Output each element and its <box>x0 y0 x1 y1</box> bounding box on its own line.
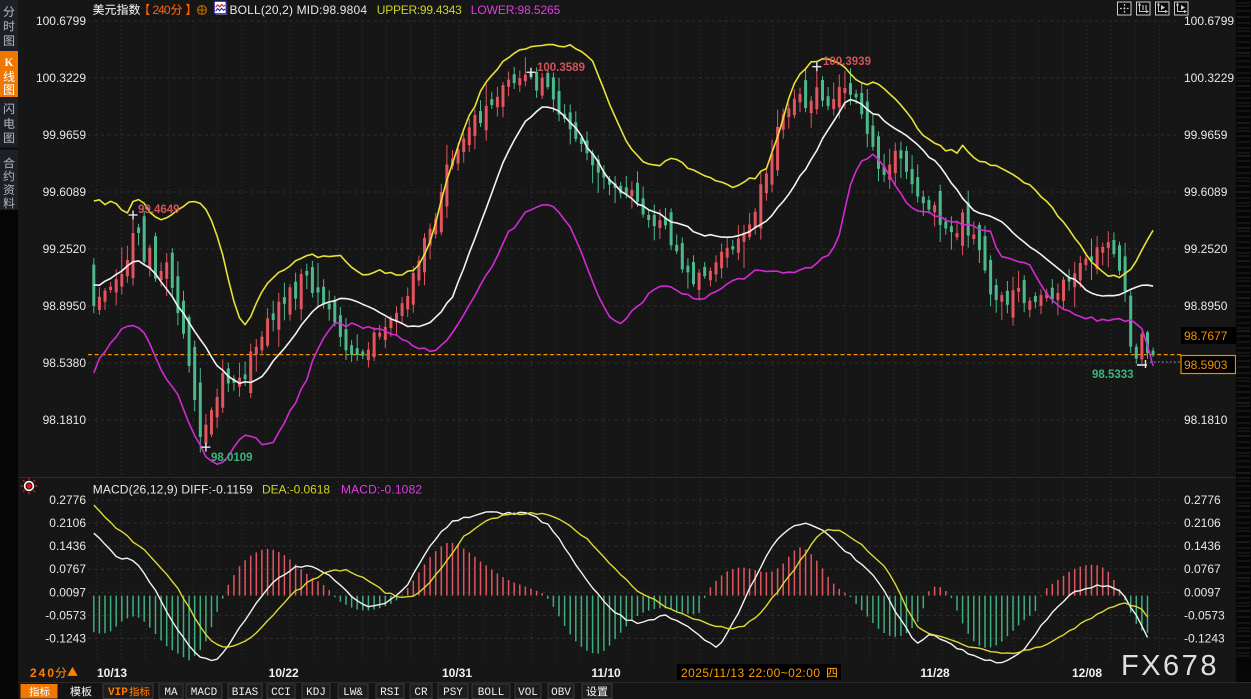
svg-text:100.3229: 100.3229 <box>1184 71 1234 85</box>
svg-text:LW&: LW& <box>343 687 363 699</box>
svg-text:10/13: 10/13 <box>97 666 127 680</box>
svg-text:CCI: CCI <box>271 687 291 699</box>
svg-text:98.5380: 98.5380 <box>43 356 87 370</box>
svg-text:100.6799: 100.6799 <box>1184 14 1234 28</box>
svg-text:BIAS: BIAS <box>232 687 259 699</box>
svg-text:MACD(26,12,9) DIFF:-0.1159: MACD(26,12,9) DIFF:-0.1159 <box>93 483 253 497</box>
svg-text:RSI: RSI <box>380 687 400 699</box>
svg-text:98.0109: 98.0109 <box>211 452 253 464</box>
svg-text:98.5333: 98.5333 <box>1092 369 1134 381</box>
svg-text:BOLL: BOLL <box>478 687 504 699</box>
svg-text:99.2520: 99.2520 <box>1184 242 1228 256</box>
svg-text:0.2106: 0.2106 <box>1184 516 1221 530</box>
svg-text:0.1436: 0.1436 <box>49 539 86 553</box>
svg-text:99.6089: 99.6089 <box>1184 185 1228 199</box>
svg-text:PSY: PSY <box>443 687 463 699</box>
svg-text:0.0097: 0.0097 <box>1184 585 1221 599</box>
svg-text:KDJ: KDJ <box>306 687 326 699</box>
svg-text:-0.1243: -0.1243 <box>1184 632 1225 646</box>
svg-text:0.0767: 0.0767 <box>1184 562 1221 576</box>
svg-text:98.8950: 98.8950 <box>43 299 87 313</box>
svg-text:98.8950: 98.8950 <box>1184 299 1228 313</box>
svg-text:240: 240 <box>30 666 54 680</box>
svg-text:2025/11/13 22:00~02:00: 2025/11/13 22:00~02:00 <box>681 666 820 680</box>
svg-text:-0.0573: -0.0573 <box>45 608 86 622</box>
svg-text:11/10: 11/10 <box>591 666 621 680</box>
svg-text:0.1436: 0.1436 <box>1184 539 1221 553</box>
svg-text:DEA:-0.0618: DEA:-0.0618 <box>262 483 330 497</box>
svg-text:100.3229: 100.3229 <box>36 71 86 85</box>
svg-text:98.1810: 98.1810 <box>1184 413 1228 427</box>
svg-text:100.6799: 100.6799 <box>36 14 86 28</box>
svg-text:0.0097: 0.0097 <box>49 585 86 599</box>
svg-text:0.2776: 0.2776 <box>49 493 86 507</box>
svg-text:100.3589: 100.3589 <box>537 62 585 74</box>
svg-text:12/08: 12/08 <box>1072 666 1102 680</box>
svg-text:11/28: 11/28 <box>920 666 950 680</box>
svg-text:240: 240 <box>153 3 171 17</box>
svg-text:CR: CR <box>414 687 428 699</box>
svg-text:99.6089: 99.6089 <box>43 185 87 199</box>
svg-text:10/31: 10/31 <box>442 666 472 680</box>
svg-text:99.2520: 99.2520 <box>43 242 87 256</box>
svg-text:K: K <box>5 57 14 69</box>
svg-text:99.9659: 99.9659 <box>43 128 87 142</box>
svg-text:10/22: 10/22 <box>269 666 299 680</box>
svg-text:UPPER:99.4343: UPPER:99.4343 <box>377 3 462 17</box>
svg-text:99.4649: 99.4649 <box>138 204 180 216</box>
svg-text:99.9659: 99.9659 <box>1184 128 1228 142</box>
svg-text:MACD:-0.1082: MACD:-0.1082 <box>341 483 422 497</box>
svg-text:-0.1243: -0.1243 <box>45 632 86 646</box>
svg-text:OBV: OBV <box>551 687 571 699</box>
svg-text:MACD: MACD <box>191 687 218 699</box>
svg-text:98.5903: 98.5903 <box>1184 358 1228 372</box>
svg-text:FX678: FX678 <box>1121 650 1219 682</box>
svg-text:VOL: VOL <box>518 687 538 699</box>
svg-text:-0.0573: -0.0573 <box>1184 608 1225 622</box>
svg-text:0.2106: 0.2106 <box>49 516 86 530</box>
svg-text:98.7677: 98.7677 <box>1184 329 1228 343</box>
svg-text:0.0767: 0.0767 <box>49 562 86 576</box>
svg-text:100.3939: 100.3939 <box>823 56 871 68</box>
svg-text:BOLL(20,2) MID:98.9804: BOLL(20,2) MID:98.9804 <box>230 3 368 17</box>
svg-text:MA: MA <box>164 687 178 699</box>
svg-text:0.2776: 0.2776 <box>1184 493 1221 507</box>
svg-text:LOWER:98.5265: LOWER:98.5265 <box>471 3 561 17</box>
svg-text:98.1810: 98.1810 <box>43 413 87 427</box>
svg-text:VIP: VIP <box>108 687 128 699</box>
